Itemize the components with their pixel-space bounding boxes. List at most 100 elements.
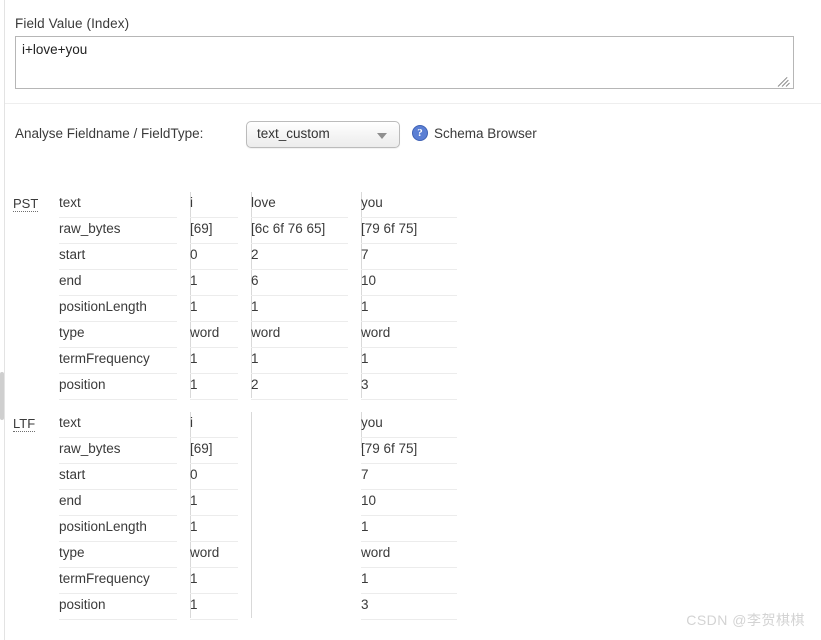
watermark: CSDN @李贺棋棋	[686, 612, 805, 628]
token-value-cell	[251, 594, 361, 620]
attribute-name-cell: start	[59, 244, 190, 270]
attribute-name-cell: position	[59, 594, 190, 620]
token-value-cell	[251, 568, 361, 594]
cell-rule	[361, 619, 457, 620]
token-value-cell: 1	[190, 296, 251, 322]
analyzer-abbreviation[interactable]: LTF	[13, 416, 36, 432]
token-value-cell	[251, 490, 361, 516]
token-value-cell: i	[190, 412, 251, 438]
cell-rule	[251, 399, 348, 400]
token-value-cell: 1	[190, 348, 251, 374]
attribute-name-cell: positionLength	[59, 296, 190, 322]
attribute-name-cell: type	[59, 322, 190, 348]
token-value-cell: you	[361, 412, 481, 438]
table-row: end 1 10	[59, 490, 481, 516]
token-value-cell: 7	[361, 464, 481, 490]
token-value-cell: 3	[361, 374, 481, 400]
token-value-cell: 1	[361, 568, 481, 594]
token-value-cell: 3	[361, 594, 481, 620]
attribute-name-cell: type	[59, 542, 190, 568]
question-mark-icon[interactable]: ?	[412, 125, 428, 141]
table-row: type word word	[59, 542, 481, 568]
field-value-input[interactable]	[15, 36, 794, 89]
attribute-name-cell: termFrequency	[59, 348, 190, 374]
token-value-cell: 1	[251, 296, 361, 322]
attribute-name-cell: position	[59, 374, 190, 400]
token-value-cell: [79 6f 75]	[361, 438, 481, 464]
field-value-label: Field Value (Index)	[15, 16, 130, 31]
table-row: positionLength 1 1 1	[59, 296, 481, 322]
cell-rule	[190, 619, 238, 620]
token-value-cell: love	[251, 192, 361, 218]
chevron-down-icon	[377, 133, 387, 139]
attribute-name-cell: raw_bytes	[59, 218, 190, 244]
token-value-cell: [6c 6f 76 65]	[251, 218, 361, 244]
schema-browser-link[interactable]: Schema Browser	[434, 126, 537, 141]
table-row: type word word word	[59, 322, 481, 348]
token-value-cell: 2	[251, 244, 361, 270]
table-row: termFrequency 1 1 1	[59, 348, 481, 374]
fieldtype-select[interactable]: text_custom	[246, 121, 400, 148]
attribute-name-cell: text	[59, 412, 190, 438]
field-value-textarea-wrapper	[15, 36, 794, 89]
token-value-cell	[251, 464, 361, 490]
token-value-cell: 6	[251, 270, 361, 296]
token-value-cell: 1	[361, 348, 481, 374]
token-value-cell: 7	[361, 244, 481, 270]
token-value-cell: [79 6f 75]	[361, 218, 481, 244]
token-value-cell	[251, 516, 361, 542]
analyse-fieldtype-label: Analyse Fieldname / FieldType:	[15, 126, 204, 141]
token-value-cell: 1	[190, 490, 251, 516]
token-value-cell: word	[190, 542, 251, 568]
attribute-name-cell: end	[59, 270, 190, 296]
token-value-cell: 1	[251, 348, 361, 374]
token-value-cell: 10	[361, 270, 481, 296]
token-value-cell: 0	[190, 464, 251, 490]
table-row: end 1 6 10	[59, 270, 481, 296]
token-value-cell: [69]	[190, 218, 251, 244]
token-value-cell: 1	[190, 568, 251, 594]
table-row: raw_bytes [69] [79 6f 75]	[59, 438, 481, 464]
attribute-name-cell: positionLength	[59, 516, 190, 542]
token-value-cell: 1	[190, 270, 251, 296]
cell-rule	[361, 399, 457, 400]
fieldtype-select-value: text_custom	[257, 126, 330, 141]
cell-rule	[59, 399, 177, 400]
token-value-cell: 1	[190, 516, 251, 542]
token-value-cell: word	[361, 542, 481, 568]
token-value-cell: you	[361, 192, 481, 218]
cell-rule	[190, 399, 238, 400]
attribute-name-cell: raw_bytes	[59, 438, 190, 464]
token-value-cell: 10	[361, 490, 481, 516]
table-row: start 0 7	[59, 464, 481, 490]
token-value-cell: word	[190, 322, 251, 348]
table-row: termFrequency 1 1	[59, 568, 481, 594]
table-row: text i love you	[59, 192, 481, 218]
analysis-page: Field Value (Index) Analyse Fieldname / …	[0, 0, 821, 640]
cell-rule	[59, 619, 177, 620]
table-row: text i you	[59, 412, 481, 438]
token-value-cell: word	[361, 322, 481, 348]
analysis-table: text i you raw_bytes [69] [79 6f 75] start 0 7 en…	[59, 412, 481, 620]
attribute-name-cell: end	[59, 490, 190, 516]
table-row: position 1 2 3	[59, 374, 481, 400]
vertical-scrollbar-thumb[interactable]	[0, 372, 4, 420]
attribute-name-cell: termFrequency	[59, 568, 190, 594]
token-value-cell: 1	[190, 374, 251, 400]
token-value-cell	[251, 542, 361, 568]
table-row: start 0 2 7	[59, 244, 481, 270]
table-row: positionLength 1 1	[59, 516, 481, 542]
page-left-border	[4, 0, 5, 640]
table-row: raw_bytes [69] [6c 6f 76 65] [79 6f 75]	[59, 218, 481, 244]
attribute-name-cell: text	[59, 192, 190, 218]
token-value-cell: 0	[190, 244, 251, 270]
analyzer-abbreviation[interactable]: PST	[13, 196, 39, 212]
token-value-cell	[251, 412, 361, 438]
token-value-cell: 1	[361, 516, 481, 542]
token-value-cell	[251, 438, 361, 464]
token-value-cell: 1	[361, 296, 481, 322]
analysis-table: text i love you raw_bytes [69] [6c 6f 76 65] [7…	[59, 192, 481, 400]
token-value-cell: [69]	[190, 438, 251, 464]
attribute-name-cell: start	[59, 464, 190, 490]
token-value-cell: 1	[190, 594, 251, 620]
